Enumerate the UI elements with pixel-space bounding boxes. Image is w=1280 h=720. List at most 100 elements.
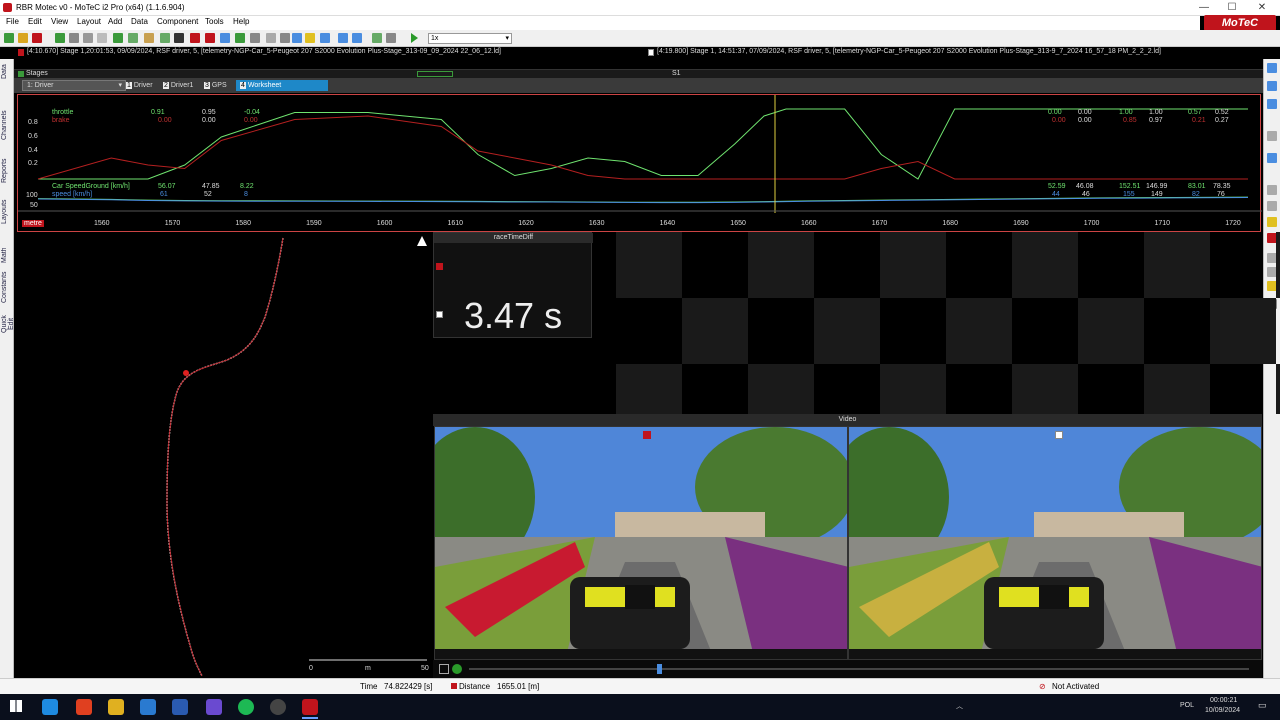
zoom-out-icon[interactable] bbox=[1267, 201, 1277, 211]
vscode-icon[interactable] bbox=[140, 699, 156, 715]
video-pane-1[interactable] bbox=[434, 426, 848, 660]
steam-icon[interactable] bbox=[270, 699, 286, 715]
outlook-icon[interactable] bbox=[172, 699, 188, 715]
close-button[interactable]: ✕ bbox=[1248, 1, 1276, 15]
menu-data[interactable]: Data bbox=[131, 17, 148, 26]
tab-gps[interactable]: 3 GPS bbox=[200, 80, 231, 91]
options-icon[interactable] bbox=[386, 33, 396, 43]
windows-start-icon[interactable] bbox=[10, 700, 22, 712]
grid-icon[interactable] bbox=[220, 33, 230, 43]
panel-3-icon[interactable] bbox=[1267, 99, 1277, 109]
step-back-icon[interactable] bbox=[338, 33, 348, 43]
motec-taskbar-icon[interactable] bbox=[302, 699, 318, 715]
menu-view[interactable]: View bbox=[51, 17, 68, 26]
menu-tools[interactable]: Tools bbox=[205, 17, 224, 26]
tab-channels[interactable]: Channels bbox=[1, 105, 13, 145]
stage-range-marker[interactable] bbox=[417, 71, 453, 77]
panel-icon[interactable] bbox=[1267, 63, 1277, 73]
tool-icon[interactable] bbox=[160, 33, 170, 43]
channel-throttle-label[interactable]: throttle bbox=[52, 109, 73, 116]
highlight-icon[interactable] bbox=[305, 33, 315, 43]
play-icon[interactable] bbox=[411, 33, 418, 43]
open-icon[interactable] bbox=[18, 33, 28, 43]
tab-worksheet[interactable]: 4 Worksheet bbox=[236, 80, 328, 91]
tab-data[interactable]: Data bbox=[1, 61, 13, 83]
spotify-icon[interactable] bbox=[238, 699, 254, 715]
track-map[interactable]: 0 m 50 bbox=[17, 232, 433, 678]
menu-edit[interactable]: Edit bbox=[28, 17, 42, 26]
notification-icon[interactable]: ▭ bbox=[1258, 700, 1267, 711]
tab-driver1[interactable]: 2 Driver1 bbox=[159, 80, 197, 91]
clock-time[interactable]: 00:00:21 bbox=[1210, 697, 1237, 704]
layout-icon[interactable] bbox=[320, 33, 330, 43]
filter-icon[interactable] bbox=[128, 33, 138, 43]
file-explorer-icon[interactable] bbox=[108, 699, 124, 715]
table-icon[interactable] bbox=[190, 33, 200, 43]
video-pane-2[interactable] bbox=[848, 426, 1262, 660]
tab-constants[interactable]: Constants bbox=[1, 267, 13, 307]
copy-icon[interactable] bbox=[97, 33, 107, 43]
edit-icon[interactable] bbox=[144, 33, 154, 43]
edge-icon[interactable] bbox=[42, 699, 58, 715]
print-icon[interactable] bbox=[69, 33, 79, 43]
tab-math[interactable]: Math bbox=[1, 245, 13, 265]
clock-icon[interactable] bbox=[280, 33, 290, 43]
marker-icon[interactable] bbox=[1267, 217, 1277, 227]
series-line-throttle bbox=[38, 108, 1248, 180]
tab-layouts[interactable]: Layouts bbox=[1, 195, 13, 229]
play-button[interactable] bbox=[452, 664, 462, 674]
channel-brake-label[interactable]: brake bbox=[52, 117, 70, 124]
menu-help[interactable]: Help bbox=[233, 17, 249, 26]
time-label: Time bbox=[360, 682, 378, 691]
app-icon-purple[interactable] bbox=[206, 699, 222, 715]
tray-chevron-icon[interactable]: ︿ bbox=[956, 701, 963, 711]
menu-add[interactable]: Add bbox=[108, 17, 122, 26]
chart-icon[interactable] bbox=[235, 33, 245, 43]
race-time-diff-panel[interactable]: raceTimeDiff 3.47 s bbox=[433, 232, 593, 338]
zoom-icon[interactable] bbox=[266, 33, 276, 43]
clock-date[interactable]: 10/09/2024 bbox=[1205, 707, 1240, 714]
time-distance-graph[interactable]: throttle brake 0.91 0.95 -0.04 0.00 0.00… bbox=[17, 94, 1262, 232]
language-indicator[interactable]: POL bbox=[1180, 702, 1194, 709]
video-scrubber-track[interactable] bbox=[469, 668, 1249, 670]
checker-cell bbox=[682, 298, 748, 364]
record-icon[interactable] bbox=[205, 33, 215, 43]
tab-reports[interactable]: Reports bbox=[1, 155, 13, 187]
lock-icon[interactable] bbox=[439, 664, 449, 674]
minimize-button[interactable]: — bbox=[1190, 1, 1218, 15]
menu-layout[interactable]: Layout bbox=[77, 17, 101, 26]
channel-speedground-label[interactable]: Car SpeedGround [km/h] bbox=[52, 183, 130, 190]
menu-file[interactable]: File bbox=[6, 17, 19, 26]
tab-driver[interactable]: 1 Driver bbox=[122, 80, 157, 91]
panel-2-icon[interactable] bbox=[1267, 81, 1277, 91]
checker-cell bbox=[1012, 364, 1078, 414]
cursor-icon[interactable] bbox=[372, 33, 382, 43]
step-forward-icon[interactable] bbox=[352, 33, 362, 43]
print-preview-icon[interactable] bbox=[83, 33, 93, 43]
checker-cell bbox=[946, 298, 1012, 364]
search-app-icon[interactable] bbox=[76, 699, 92, 715]
search-icon[interactable] bbox=[1267, 153, 1277, 163]
new-icon[interactable] bbox=[4, 33, 14, 43]
zoom-select[interactable]: 1x ▾ bbox=[428, 33, 512, 44]
disk-icon[interactable] bbox=[174, 33, 184, 43]
maximize-button[interactable]: ☐ bbox=[1218, 1, 1246, 15]
speedground-stat-min-ref: 46.08 bbox=[1076, 183, 1094, 190]
car-position-marker[interactable] bbox=[183, 370, 189, 376]
tab-quick-edit[interactable]: Quick Edit bbox=[1, 309, 15, 339]
save-icon[interactable] bbox=[55, 33, 65, 43]
measure-icon[interactable] bbox=[250, 33, 260, 43]
checker-cell bbox=[1012, 232, 1078, 298]
file-1-marker-icon bbox=[18, 49, 24, 56]
refresh-icon[interactable] bbox=[113, 33, 123, 43]
video-scrubber-handle[interactable] bbox=[657, 664, 662, 674]
tab-number: 2 bbox=[163, 82, 169, 89]
menu-component[interactable]: Component bbox=[157, 17, 198, 26]
worksheet-select[interactable]: 1: Driver ▾ bbox=[22, 80, 126, 91]
zoom-in-icon[interactable] bbox=[1267, 185, 1277, 195]
pause-icon[interactable] bbox=[1267, 131, 1277, 141]
close-file-icon[interactable] bbox=[32, 33, 42, 43]
window-icon[interactable] bbox=[292, 33, 302, 43]
channel-speed-label[interactable]: speed [km/h] bbox=[52, 191, 92, 198]
file-2-label: [4:19.800] Stage 1, 14:51:37, 07/09/2024… bbox=[657, 48, 1161, 55]
